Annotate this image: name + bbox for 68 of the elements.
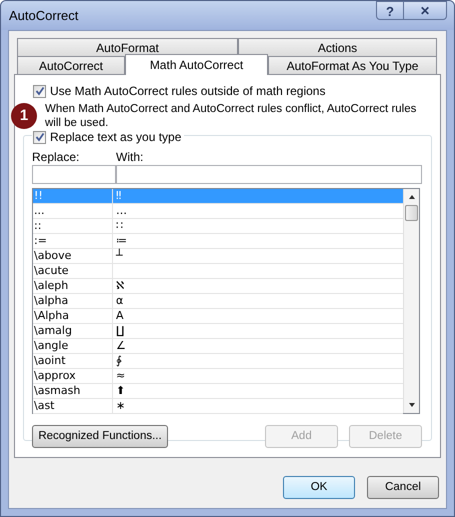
input-field[interactable] (116, 165, 422, 184)
table-cell-text: … (115, 204, 127, 218)
checkbox-label: Use Math AutoCorrect rules outside of math regions (50, 83, 326, 100)
close-button[interactable]: ✕ (404, 1, 447, 20)
checkbox[interactable] (33, 84, 46, 98)
cancel-button[interactable]: Cancel (367, 476, 439, 499)
input-field[interactable] (32, 165, 116, 184)
list-row[interactable]: \above ┴ (33, 249, 403, 264)
column-label: Replace: (32, 149, 80, 163)
table-cell: \above (33, 249, 113, 263)
ok-button[interactable]: OK (283, 476, 355, 499)
scrollbar[interactable] (403, 189, 419, 413)
table-cell: \acute (33, 264, 113, 278)
table-cell: := (33, 234, 113, 248)
table-cell: ... (33, 204, 113, 218)
tab[interactable]: Math AutoCorrect (125, 54, 268, 75)
list-row[interactable]: \approx ≈ (33, 369, 403, 384)
check-icon (34, 132, 44, 142)
table-cell: !! (33, 189, 113, 203)
tab[interactable]: AutoFormat (17, 38, 238, 56)
table-cell-text: ‼ (115, 189, 122, 203)
table-cell-text: ∗ (115, 399, 126, 413)
list-row[interactable]: \amalg ∐ (33, 324, 403, 339)
table-cell: \aoint (33, 354, 113, 368)
list-row[interactable]: \acute (33, 264, 403, 279)
list-row[interactable]: \ast ∗ (33, 399, 403, 414)
table-cell-text: ⬆ (115, 384, 126, 398)
table-cell-text: ≔ (115, 234, 127, 248)
list-row[interactable]: :: ∷ (33, 219, 403, 234)
scroll-thumb[interactable] (405, 205, 418, 221)
table-cell: :: (33, 219, 113, 233)
table-cell: \approx (33, 369, 113, 383)
help-button[interactable]: ? (376, 1, 404, 20)
column-label: With: (116, 149, 144, 163)
table-cell-text: ∳ (115, 354, 122, 368)
list-row[interactable]: \aleph ℵ (33, 279, 403, 294)
table-cell: \Alpha (33, 309, 113, 323)
note-text: When Math AutoCorrect and AutoCorrect rules conflict, AutoCorrect rules will be used. (45, 102, 418, 130)
tab[interactable]: AutoFormat As You Type (268, 56, 437, 74)
list-row[interactable]: \alpha α (33, 294, 403, 309)
list-row[interactable]: \angle ∠ (33, 339, 403, 354)
checkbox[interactable] (33, 130, 46, 144)
recognized-functions-button[interactable]: Recognized Functions... (32, 425, 168, 448)
window-title: AutoCorrect (9, 6, 78, 25)
table-cell: \ast (33, 399, 113, 413)
table-cell-text: ∐ (115, 324, 124, 338)
tab[interactable]: AutoCorrect (17, 56, 125, 74)
table-cell: \amalg (33, 324, 113, 338)
table-cell: \alpha (33, 294, 113, 308)
table-cell-text: ∷ (115, 219, 123, 233)
tab[interactable]: Actions (238, 38, 437, 56)
table-cell: \aleph (33, 279, 113, 293)
list-row[interactable]: \Alpha Α (33, 309, 403, 324)
list-row[interactable]: \aoint ∳ (33, 354, 403, 369)
list-row[interactable]: := ≔ (33, 234, 403, 249)
table-cell-text: ∠ (115, 339, 126, 353)
table-cell: \asmash (33, 384, 113, 398)
table-cell-text: ┴ (114, 249, 123, 263)
table-cell: \angle (33, 339, 113, 353)
checkbox-label: Replace text as you type (50, 129, 182, 146)
list-row[interactable]: \asmash ⬆ (33, 384, 403, 399)
list-row[interactable]: ... … (33, 204, 403, 219)
table-cell-text: Α (115, 309, 124, 323)
table-cell-text: α (115, 294, 124, 308)
callout-badge: 1 (11, 103, 37, 129)
check-icon (34, 86, 44, 96)
table-cell-text: ≈ (115, 369, 126, 383)
table-cell-text: ℵ (115, 279, 124, 293)
